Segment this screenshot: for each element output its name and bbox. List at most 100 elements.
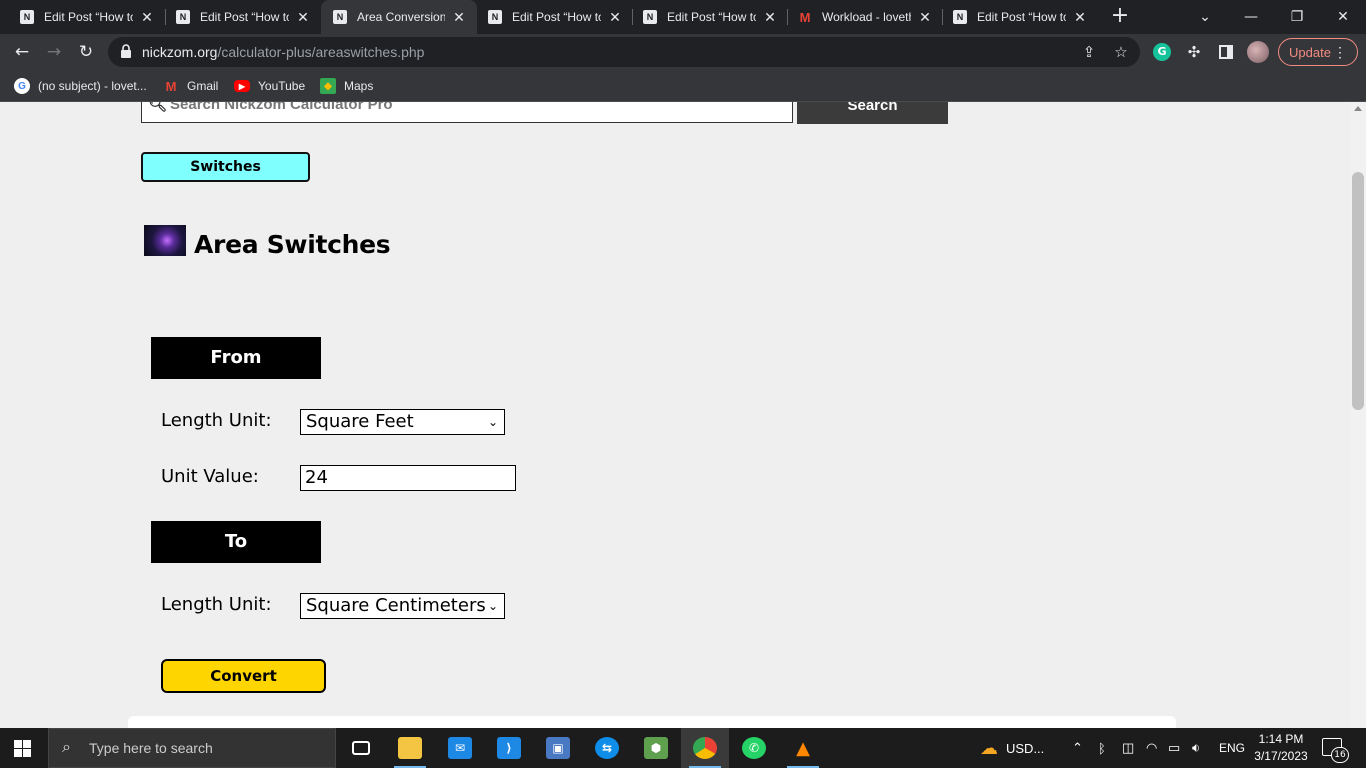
forward-arrow-icon[interactable]: → [42,40,66,64]
close-icon[interactable]: ✕ [451,9,467,26]
page-scrollbar[interactable] [1350,102,1366,728]
reload-icon[interactable]: ↻ [74,40,98,64]
nickzom-favicon-icon: N [176,10,190,24]
teamviewer-icon[interactable]: ⇆ [583,728,631,768]
share-icon[interactable]: ⇪ [1080,43,1098,61]
windows-taskbar: ⌕ Type here to search ✉ ⟩ ▣ ⇆ ⬢ ✆ ▲ ☁ US… [0,728,1366,768]
page-title: Area Switches [194,230,391,259]
nickzom-favicon-icon: N [643,10,657,24]
window-close-icon[interactable]: ✕ [1320,0,1366,34]
task-view-icon[interactable] [337,728,385,768]
site-search-input[interactable]: 🔍︎ Search Nickzom Calculator Pro [141,102,793,123]
tab-title: Edit Post “How to [667,10,756,24]
profile-avatar[interactable] [1247,41,1269,63]
tab-title: Edit Post “How to [44,10,133,24]
weather-text: USD... [1006,740,1045,756]
address-bar[interactable]: nickzom.org/calculator-plus/areaswitches… [108,37,1140,67]
tab-title: Edit Post “How to [512,10,601,24]
camera-icon[interactable]: ◫ [1122,728,1134,768]
switches-button[interactable]: Switches [141,152,310,182]
new-tab-button[interactable]: + [1108,5,1132,29]
gmail-icon: M [165,78,177,94]
show-hidden-icons-icon[interactable]: ⌃ [1072,728,1083,768]
chevron-down-icon: ⌄ [487,599,498,613]
update-button[interactable]: Update ⋮ [1278,38,1358,66]
battery-icon[interactable]: ▭ [1168,728,1180,768]
from-header: From [151,337,321,379]
weather-widget[interactable]: ☁ USD... [980,728,1044,768]
chrome-icon[interactable] [681,728,729,768]
to-unit-select[interactable]: Square Centimeters ⌄ [300,593,505,619]
restore-icon[interactable]: ❐ [1274,0,1320,34]
clock-date: 3/17/2023 [1254,749,1308,763]
search-icon: ⌕ [62,739,71,756]
vlc-icon[interactable]: ▲ [779,728,827,768]
extensions-puzzle-icon[interactable]: ✣ [1182,40,1206,64]
back-arrow-icon[interactable]: ← [10,40,34,64]
from-unit-select[interactable]: Square Feet ⌄ [300,409,505,435]
clock[interactable]: 1:14 PM 3/17/2023 [1248,731,1314,765]
unit-value-input[interactable]: 24 [300,465,516,491]
mail-icon[interactable]: ✉ [436,728,484,768]
tab-edit-post-5[interactable]: N Edit Post “How to ✕ [933,0,1098,34]
tab-workload-gmail[interactable]: M Workload - loveth ✕ [778,0,943,34]
area-switches-logo-image [144,225,186,256]
virtualbox-icon[interactable]: ▣ [534,728,582,768]
bookmark-label: Maps [344,79,374,93]
bookmark-maps[interactable]: ◆ Maps [320,76,373,96]
windows-start-icon[interactable] [14,740,31,757]
nickzom-favicon-icon: N [20,10,34,24]
file-explorer-icon[interactable] [386,728,434,768]
bookmark-gmail[interactable]: M Gmail [163,76,219,96]
bookmark-youtube[interactable]: ▶ YouTube [234,76,305,96]
clock-time: 1:14 PM [1258,732,1304,746]
scroll-thumb[interactable] [1352,172,1364,410]
grammarly-extension-icon[interactable]: G [1153,43,1171,61]
tab-title: Area Conversion [357,10,445,24]
url-path: /calculator-plus/areaswitches.php [217,44,425,60]
close-icon[interactable]: ✕ [295,9,311,26]
close-icon[interactable]: ✕ [139,9,155,26]
search-icon: 🔍︎ [148,102,168,113]
gmail-favicon-icon: M [799,9,811,25]
bookmark-no-subject[interactable]: G (no subject) - lovet... [14,76,147,96]
wifi-icon[interactable]: ◠ [1146,728,1157,768]
taskbar-search-box[interactable]: ⌕ Type here to search [48,728,336,768]
minimize-icon[interactable]: — [1228,0,1274,34]
tab-edit-post-3[interactable]: N Edit Post “How to ✕ [468,0,633,34]
whatsapp-icon[interactable]: ✆ [730,728,778,768]
nodejs-icon[interactable]: ⬢ [632,728,680,768]
nickzom-favicon-icon: N [488,10,502,24]
convert-button[interactable]: Convert [161,659,326,693]
tab-edit-post-4[interactable]: N Edit Post “How to ✕ [623,0,788,34]
nickzom-favicon-icon: N [953,10,967,24]
search-button[interactable]: Search [797,102,948,124]
scroll-up-arrow-icon[interactable] [1354,106,1362,111]
close-icon[interactable]: ✕ [917,9,933,26]
to-unit-value: Square Centimeters [306,595,486,616]
tab-edit-post-2[interactable]: N Edit Post “How to ✕ [156,0,321,34]
tab-title: Workload - loveth [822,10,911,24]
browser-toolbar: ← → ↻ nickzom.org/calculator-plus/areasw… [0,34,1366,70]
close-icon[interactable]: ✕ [607,9,623,26]
vscode-icon[interactable]: ⟩ [485,728,533,768]
taskbar-search-placeholder: Type here to search [89,740,213,756]
volume-icon[interactable]: 🔉︎ [1192,728,1200,768]
language-indicator[interactable]: ENG [1219,728,1245,768]
maps-icon: ◆ [320,78,336,94]
from-unit-label: Length Unit: [161,410,272,431]
update-label: Update [1289,44,1331,60]
close-icon[interactable]: ✕ [762,9,778,26]
url-host: nickzom.org [142,44,218,60]
more-menu-icon[interactable]: ⋮ [1333,44,1347,61]
tab-edit-post-1[interactable]: N Edit Post “How to ✕ [0,0,165,34]
bookmark-star-icon[interactable]: ☆ [1112,43,1130,61]
lock-icon[interactable] [120,44,132,58]
notification-count-badge: 16 [1331,747,1349,763]
bluetooth-icon[interactable]: ᛒ [1098,728,1106,768]
close-icon[interactable]: ✕ [1072,9,1088,26]
tab-area-conversion[interactable]: N Area Conversion ✕ [321,0,477,34]
weather-icon: ☁ [980,737,998,758]
tab-search-chevron-icon[interactable]: ⌄ [1182,0,1228,34]
side-panel-icon[interactable] [1214,40,1238,64]
